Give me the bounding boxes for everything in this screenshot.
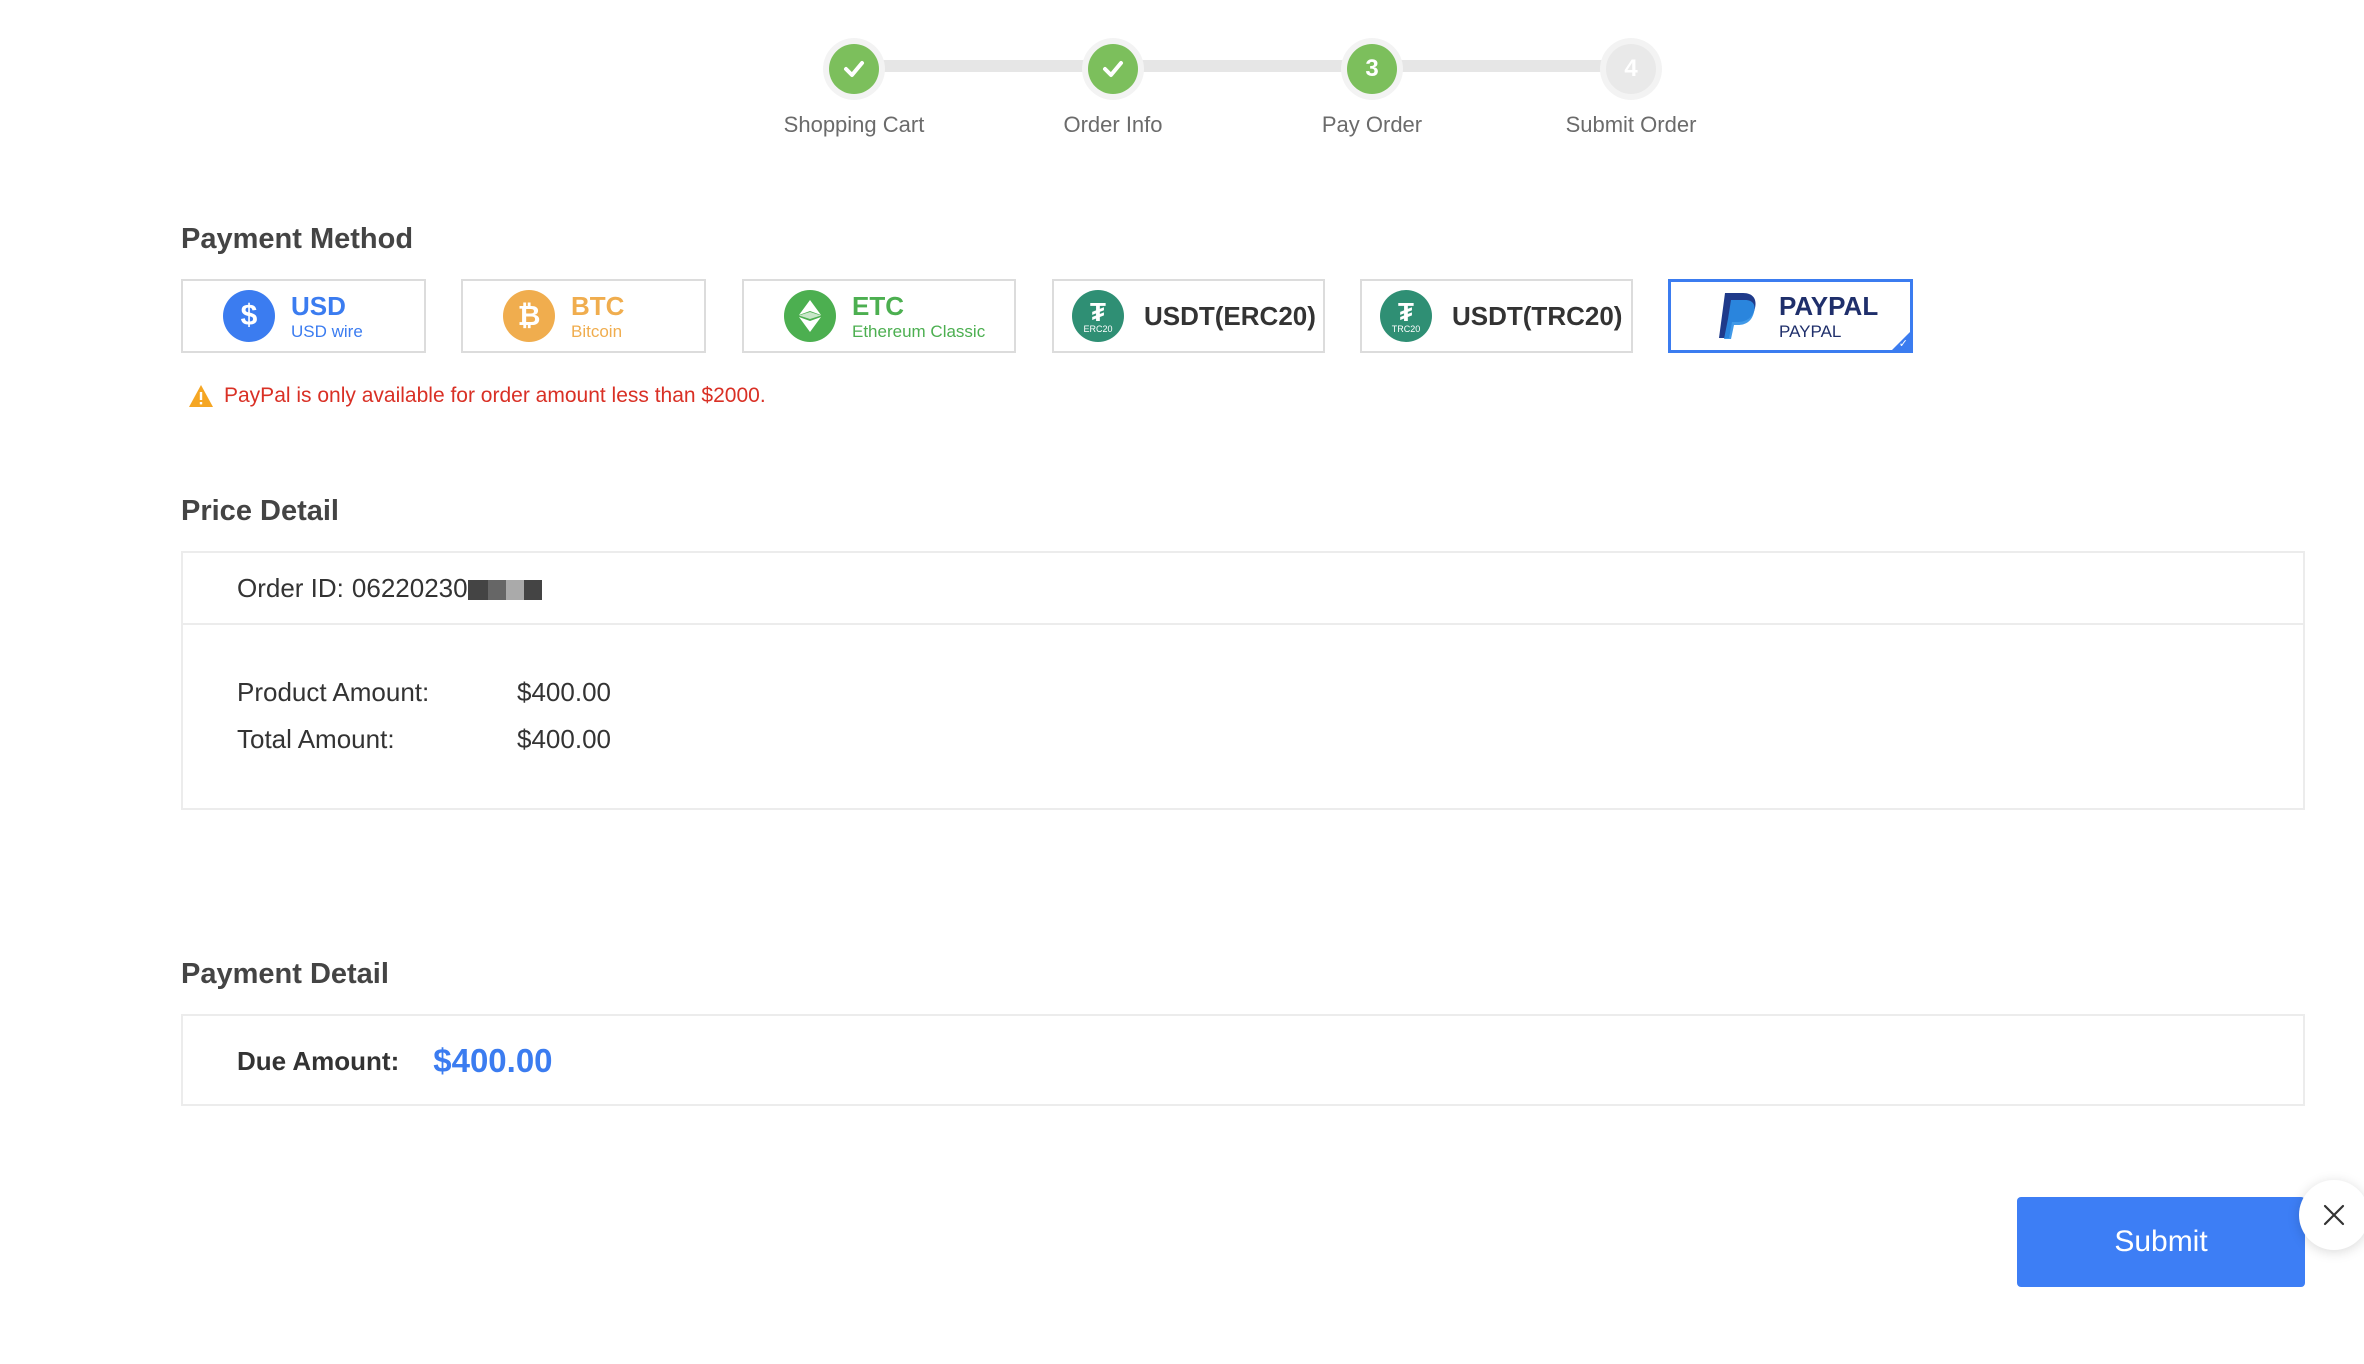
tether-icon: ₮ TRC20 bbox=[1380, 290, 1432, 342]
price-detail-title: Price Detail bbox=[181, 495, 339, 527]
warning-text: PayPal is only available for order amoun… bbox=[224, 384, 766, 407]
option-subtitle: USD wire bbox=[291, 321, 363, 341]
step-submit-order: 4 Submit Order bbox=[1501, 44, 1761, 138]
step-label: Order Info bbox=[1063, 112, 1163, 137]
product-amount-label: Product Amount: bbox=[237, 677, 430, 707]
bitcoin-icon: ₿ bbox=[503, 290, 555, 342]
payment-option-usdt-erc20[interactable]: ₮ ERC20 USDT(ERC20) bbox=[1052, 279, 1325, 353]
network-badge: ERC20 bbox=[1083, 323, 1113, 334]
order-id-value: 06220230 bbox=[352, 573, 542, 604]
redacted-block bbox=[467, 579, 488, 600]
option-name: PAYPAL bbox=[1779, 290, 1879, 321]
close-floating-button[interactable] bbox=[2299, 1180, 2364, 1250]
order-id-text: 06220230 bbox=[351, 572, 468, 603]
due-amount-value: $400.00 bbox=[433, 1042, 553, 1079]
option-name: BTC bbox=[571, 290, 625, 321]
paypal-limit-warning: PayPal is only available for order amoun… bbox=[188, 384, 766, 408]
due-amount-row: Due Amount: $400.00 bbox=[183, 1016, 2303, 1106]
order-id-row: Order ID: 06220230 bbox=[183, 553, 2303, 625]
step-label: Shopping Cart bbox=[783, 112, 925, 137]
check-icon: ✓ bbox=[1898, 338, 1908, 350]
checkout-stepper: Shopping Cart Order Info 3 Pay Order 4 S… bbox=[0, 44, 2364, 144]
dollar-icon: $ bbox=[223, 290, 275, 342]
redacted-block bbox=[505, 579, 524, 600]
product-amount-value: $400.00 bbox=[517, 677, 611, 707]
close-icon bbox=[2323, 1204, 2345, 1226]
check-icon bbox=[1088, 44, 1138, 94]
payment-method-title: Payment Method bbox=[181, 223, 414, 255]
check-icon bbox=[829, 44, 879, 94]
warning-icon bbox=[189, 385, 213, 407]
payment-option-btc[interactable]: ₿ BTC Bitcoin bbox=[461, 279, 706, 353]
step-shopping-cart: Shopping Cart bbox=[724, 44, 984, 138]
step-label: Pay Order bbox=[1321, 112, 1423, 137]
option-subtitle: Bitcoin bbox=[571, 321, 623, 341]
submit-button[interactable]: Submit bbox=[2017, 1197, 2305, 1287]
step-number: 3 bbox=[1347, 44, 1397, 94]
price-detail-body: Product Amount: $400.00 Total Amount: $4… bbox=[183, 625, 2303, 763]
network-badge: TRC20 bbox=[1391, 323, 1421, 334]
step-label: Submit Order bbox=[1565, 112, 1697, 137]
total-amount-value: $400.00 bbox=[517, 724, 611, 754]
option-name: USDT(ERC20) bbox=[1144, 300, 1316, 331]
option-subtitle: PAYPAL bbox=[1779, 321, 1842, 341]
payment-option-paypal[interactable]: PAYPAL PAYPAL ✓ bbox=[1668, 279, 1913, 353]
ethereum-classic-icon bbox=[784, 290, 836, 342]
order-id-label: Order ID: bbox=[237, 572, 344, 603]
total-amount-label: Total Amount: bbox=[237, 724, 395, 754]
option-name: USD bbox=[291, 290, 346, 321]
step-order-info: Order Info bbox=[983, 44, 1243, 138]
payment-option-etc[interactable]: ETC Ethereum Classic bbox=[742, 279, 1016, 353]
payment-option-usdt-trc20[interactable]: ₮ TRC20 USDT(TRC20) bbox=[1360, 279, 1633, 353]
paypal-icon bbox=[1711, 290, 1763, 342]
price-detail-panel: Order ID: 06220230 Product Amount: $400.… bbox=[181, 551, 2305, 810]
tether-icon: ₮ ERC20 bbox=[1072, 290, 1124, 342]
due-amount-label: Due Amount: bbox=[237, 1045, 400, 1076]
total-amount-row: Total Amount: $400.00 bbox=[237, 716, 2249, 763]
step-number: 4 bbox=[1606, 44, 1656, 94]
redacted-block bbox=[523, 579, 542, 600]
payment-option-usd[interactable]: $ USD USD wire bbox=[181, 279, 426, 353]
payment-detail-title: Payment Detail bbox=[181, 958, 389, 990]
option-subtitle: Ethereum Classic bbox=[852, 321, 986, 341]
payment-detail-panel: Due Amount: $400.00 bbox=[181, 1014, 2305, 1106]
step-pay-order: 3 Pay Order bbox=[1242, 44, 1502, 138]
redacted-block bbox=[487, 579, 506, 600]
option-name: ETC bbox=[852, 290, 904, 321]
option-name: USDT(TRC20) bbox=[1452, 300, 1623, 331]
product-amount-row: Product Amount: $400.00 bbox=[237, 669, 2249, 716]
